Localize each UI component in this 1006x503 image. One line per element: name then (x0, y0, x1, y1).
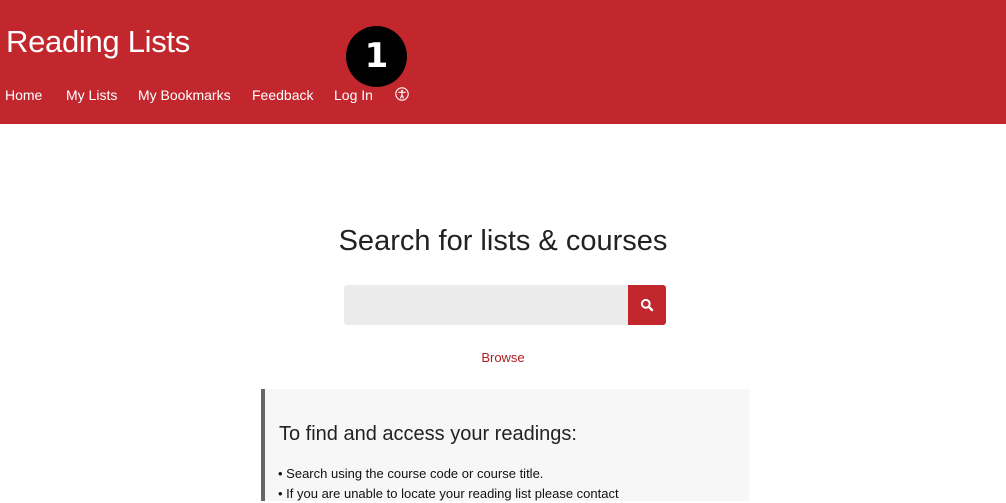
step-number-badge: 1 (346, 26, 407, 87)
nav-log-in[interactable]: Log In (334, 84, 373, 106)
accessibility-icon[interactable] (395, 87, 409, 101)
browse-link[interactable]: Browse (0, 349, 1006, 367)
nav-feedback[interactable]: Feedback (252, 84, 313, 106)
nav-home[interactable]: Home (5, 84, 42, 106)
search-heading: Search for lists & courses (338, 225, 668, 257)
info-heading: To find and access your readings: (279, 423, 577, 445)
nav-my-lists[interactable]: My Lists (66, 84, 117, 106)
site-title[interactable]: Reading Lists (6, 22, 190, 62)
info-line: • Search using the course code or course… (278, 466, 544, 481)
search-button[interactable] (628, 285, 666, 325)
search-icon (640, 298, 654, 312)
site-header: Reading Lists Home My Lists My Bookmarks… (0, 0, 1006, 124)
search-input[interactable] (344, 285, 628, 325)
nav-my-bookmarks[interactable]: My Bookmarks (138, 84, 231, 106)
info-panel: To find and access your readings: • Sear… (261, 389, 749, 501)
info-line: • If you are unable to locate your readi… (278, 486, 619, 501)
